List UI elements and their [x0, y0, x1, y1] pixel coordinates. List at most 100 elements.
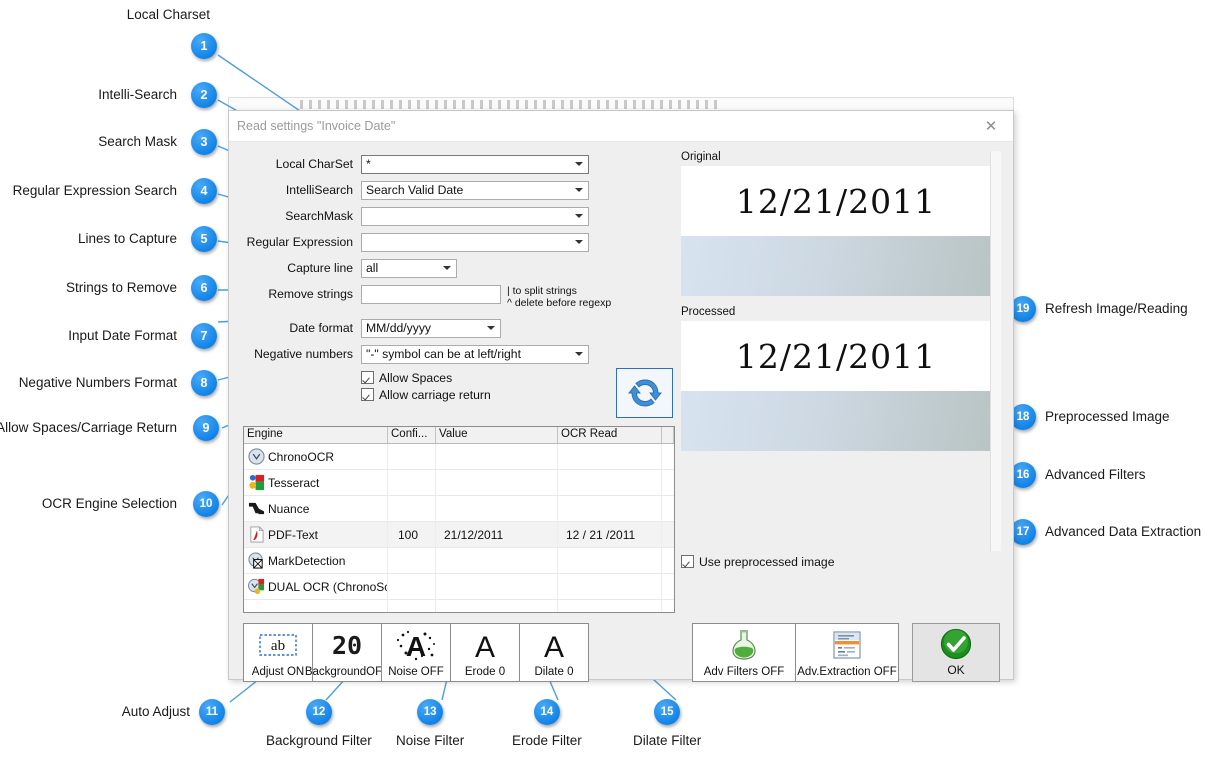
refresh-button[interactable] — [616, 368, 673, 418]
advanced-filters-button[interactable]: Adv Filters OFF — [692, 623, 796, 682]
noise-filter-button[interactable]: A Noise OFF — [381, 623, 451, 682]
erode-filter-button[interactable]: A Erode 0 — [450, 623, 520, 682]
field-regular-expression-label: Regular Expression — [246, 235, 353, 249]
field-negative-numbers-label: Negative numbers — [254, 347, 353, 361]
annotation-14-label: Erode Filter — [512, 733, 582, 748]
remove-strings-hint-line1: | to split strings — [507, 285, 577, 297]
table-row[interactable]: MarkDetection — [244, 548, 674, 574]
table-row[interactable]: Tesseract — [244, 470, 674, 496]
ok-button-caption: OK — [947, 663, 965, 677]
preview-scrollbar[interactable] — [990, 151, 1001, 551]
use-preprocessed-checkbox[interactable]: Use preprocessed image — [681, 553, 835, 570]
allow-carriage-return-label: Allow carriage return — [379, 387, 491, 402]
annotation-14-badge[interactable]: 14 — [533, 699, 560, 725]
annotation-9: Allow Spaces/Carriage Return — [0, 421, 185, 435]
advanced-toolbar: Adv Filters OFF Adv.Extraction OFF — [692, 623, 899, 682]
annotation-4-label: Regular Expression Search — [12, 183, 177, 198]
annotation-3-badge[interactable]: 3 — [191, 129, 217, 155]
grid-cell-ocr-read — [558, 548, 662, 573]
annotation-6: Strings to Remove — [20, 281, 185, 295]
grid-header-ocr-read[interactable]: OCR Read — [558, 427, 662, 443]
annotation-5-label: Lines to Capture — [77, 231, 177, 246]
annotation-13-badge[interactable]: 13 — [417, 699, 444, 725]
processed-image-bottom — [681, 391, 991, 451]
annotation-12: 12 Background Filter — [266, 699, 372, 748]
dialog-titlebar[interactable]: Read settings "Invoice Date" ✕ — [229, 111, 1013, 142]
negative-numbers-combo[interactable]: "-" symbol can be at left/right — [361, 344, 589, 364]
allow-spaces-label: Allow Spaces — [379, 370, 453, 385]
grid-header-value[interactable]: Value — [436, 427, 558, 443]
checkbox-icon — [361, 371, 374, 384]
checkbox-icon — [681, 555, 694, 568]
annotation-11: Auto Adjust — [60, 705, 198, 719]
grid-cell-value: 21/12/2011 — [436, 522, 558, 547]
annotation-10-badge[interactable]: 10 — [193, 491, 219, 517]
capture-line-combo[interactable]: all — [361, 258, 457, 278]
field-intellisearch: IntelliSearch Search Valid Date — [241, 177, 671, 203]
table-row[interactable]: ChronoOCR — [244, 444, 674, 470]
searchmask-combo[interactable] — [361, 206, 589, 226]
auto-adjust-caption: Adjust ON — [251, 666, 305, 678]
intellisearch-combo[interactable]: Search Valid Date — [361, 180, 589, 200]
field-capture-line: Capture line all — [241, 255, 671, 281]
processed-image-top: 12/21/2011 — [681, 321, 991, 391]
letter-a-icon: A — [451, 624, 519, 666]
auto-adjust-button[interactable]: ab Adjust ON — [243, 623, 313, 682]
ok-button[interactable]: OK — [912, 623, 1000, 682]
annotation-5-badge[interactable]: 5 — [191, 226, 217, 252]
annotation-15: 15 Dilate Filter — [633, 699, 701, 748]
table-row[interactable] — [244, 600, 674, 612]
annotation-7: Input Date Format — [20, 329, 185, 343]
annotation-6-badge[interactable]: 6 — [191, 275, 217, 301]
intellisearch-value: Search Valid Date — [366, 183, 464, 197]
close-icon[interactable]: ✕ — [969, 111, 1013, 141]
advanced-extraction-button[interactable]: Adv.Extraction OFF — [795, 623, 899, 682]
field-date-format-label: Date format — [289, 321, 353, 335]
original-image[interactable]: 12/21/2011 — [681, 166, 991, 296]
grid-cell-engine-label: Tesseract — [268, 475, 320, 490]
clock-icon — [248, 448, 265, 465]
field-remove-strings-label: Remove strings — [268, 287, 353, 301]
regular-expression-combo[interactable] — [361, 232, 589, 252]
annotation-8-badge[interactable]: 8 — [191, 370, 217, 396]
dilate-filter-button[interactable]: A Dilate 0 — [519, 623, 589, 682]
annotation-14: 14 Erode Filter — [512, 699, 582, 748]
noise-filter-caption: Noise OFF — [388, 666, 444, 678]
filter-toolbar: ab Adjust ON 20 BackgroundOFF A Noise OF… — [243, 623, 589, 682]
chevron-down-icon — [487, 326, 495, 330]
grid-cell-confidence — [388, 548, 436, 573]
local-charset-combo[interactable]: * — [361, 154, 589, 174]
annotation-12-badge[interactable]: 12 — [305, 699, 332, 725]
grid-header-extra[interactable] — [662, 427, 674, 443]
twenty-icon: 20 — [313, 624, 381, 666]
annotation-4-badge[interactable]: 4 — [191, 178, 217, 204]
annotation-2-badge[interactable]: 2 — [191, 82, 217, 108]
field-negative-numbers: Negative numbers "-" symbol can be at le… — [241, 341, 671, 367]
annotation-16-label: Advanced Filters — [1045, 467, 1146, 483]
table-row[interactable]: DUAL OCR (ChronoSc... — [244, 574, 674, 600]
grid-header-confidence[interactable]: Confi... — [388, 427, 436, 443]
grid-cell-value — [436, 548, 558, 573]
grid-cell-value — [436, 470, 558, 495]
annotation-16: 16 Advanced Filters — [1010, 462, 1146, 488]
annotation-11-badge[interactable]: 11 — [199, 699, 225, 725]
annotation-9-badge[interactable]: 9 — [193, 415, 219, 441]
grid-cell-confidence: 100 — [388, 522, 436, 547]
grid-cell-confidence — [388, 600, 436, 612]
processed-image[interactable]: 12/21/2011 — [681, 321, 991, 451]
table-row[interactable]: Nuance — [244, 496, 674, 522]
table-row[interactable]: PDF-Text 100 21/12/2011 12 / 21 /2011 — [244, 522, 674, 548]
grid-cell-engine: Nuance — [244, 496, 388, 521]
svg-text:A: A — [406, 631, 426, 661]
dialog-body: Local CharSet * IntelliSearch Search Val… — [229, 142, 1013, 682]
annotation-10-label: OCR Engine Selection — [41, 496, 177, 511]
annotation-1-badge[interactable]: 1 — [191, 33, 217, 59]
annotation-7-badge[interactable]: 7 — [191, 323, 217, 349]
background-filter-button[interactable]: 20 BackgroundOFF — [305, 623, 389, 682]
annotation-15-badge[interactable]: 15 — [654, 699, 681, 725]
remove-strings-input[interactable] — [361, 285, 501, 304]
ocr-engine-grid[interactable]: Engine Confi... Value OCR Read ChronoOCR — [243, 426, 675, 613]
grid-cell-value — [436, 600, 558, 612]
date-format-combo[interactable]: MM/dd/yyyy — [361, 318, 501, 338]
grid-header-engine[interactable]: Engine — [244, 427, 388, 443]
